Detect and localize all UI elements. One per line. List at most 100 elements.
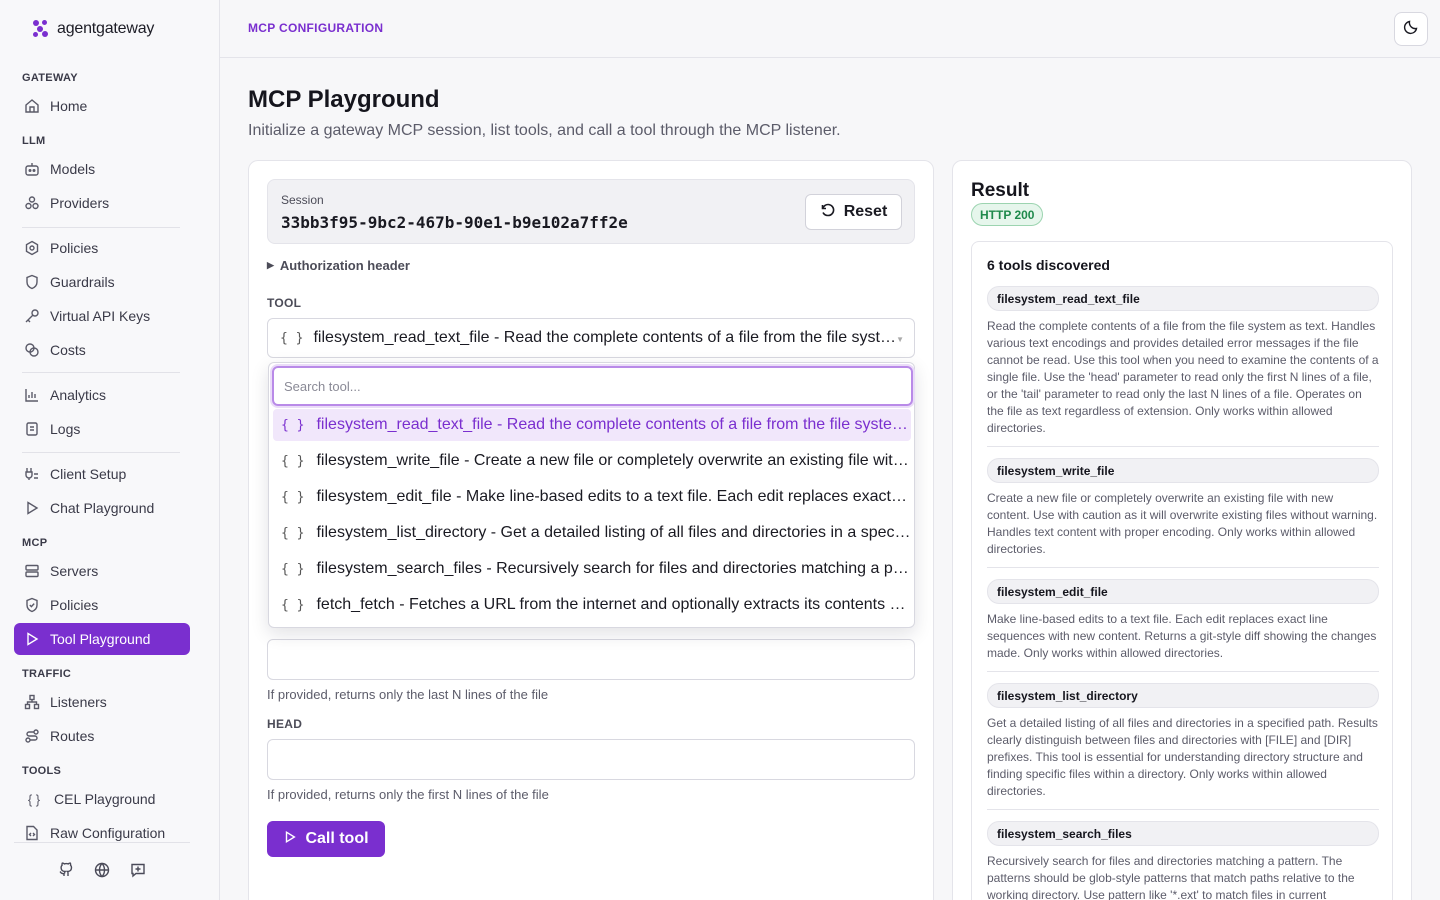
status-badge: HTTP 200	[971, 203, 1044, 226]
braces-icon: { }	[281, 525, 305, 541]
tool-option-label: filesystem_search_files - Recursively se…	[316, 560, 911, 577]
server-icon	[24, 563, 40, 579]
sidebar-item-analytics[interactable]: Analytics	[14, 379, 190, 411]
section-llm: LLM	[22, 135, 46, 147]
reset-button[interactable]: Reset	[805, 194, 902, 230]
page-subtitle: Initialize a gateway MCP session, list t…	[248, 122, 841, 139]
play-icon	[24, 631, 40, 647]
tail-help: If provided, returns only the last N lin…	[267, 687, 549, 702]
shield-icon	[24, 274, 40, 290]
sidebar-item-logs[interactable]: Logs	[14, 413, 190, 445]
home-icon	[24, 98, 40, 114]
sidebar-item-label: Servers	[50, 563, 99, 579]
sidebar-item-label: Costs	[50, 342, 86, 358]
section-traffic: TRAFFIC	[22, 668, 72, 680]
sidebar-item-providers[interactable]: Providers	[14, 187, 190, 219]
coins-icon	[24, 342, 40, 358]
tail-input[interactable]	[267, 639, 915, 680]
sidebar-item-label: Models	[50, 161, 96, 177]
tool-name-pill: filesystem_write_file	[987, 458, 1379, 483]
tool-dropdown: Search tool... { } filesystem_read_text_…	[268, 362, 915, 628]
tool-result-item: filesystem_edit_file Make line-based edi…	[987, 579, 1379, 662]
authorization-header-label: Authorization header	[279, 258, 410, 273]
tool-result-item: filesystem_write_file Create a new file …	[987, 458, 1379, 558]
sidebar-item-label: Listeners	[50, 694, 107, 710]
sidebar-item-label: Logs	[50, 421, 81, 437]
breadcrumb[interactable]: MCP CONFIGURATION	[248, 21, 383, 35]
divider	[987, 567, 1379, 568]
bot-icon	[24, 161, 40, 177]
policy-icon	[24, 240, 40, 256]
sidebar-item-virtual-api-keys[interactable]: Virtual API Keys	[14, 300, 190, 332]
theme-toggle-button[interactable]	[1394, 12, 1428, 46]
caret-right-icon: ▶	[267, 260, 274, 270]
sidebar-item-label: Home	[50, 98, 88, 114]
app-logo[interactable]: agentgateway	[33, 20, 154, 38]
sidebar-item-models[interactable]: Models	[14, 153, 190, 185]
sidebar-item-home[interactable]: Home	[14, 90, 190, 122]
braces-icon: { }	[281, 453, 305, 469]
tool-name-pill: filesystem_list_directory	[987, 683, 1379, 708]
tool-search-input[interactable]: Search tool...	[272, 366, 913, 406]
session-panel: Session 33bb3f95-9bc2-467b-90e1-b9e102a7…	[267, 179, 915, 244]
session-label: Session	[281, 193, 324, 207]
head-label: HEAD	[267, 717, 303, 731]
call-tool-label: Call tool	[305, 830, 369, 847]
sidebar-item-label: CEL Playground	[54, 791, 156, 807]
sidebar-item-costs[interactable]: Costs	[14, 334, 190, 366]
sidebar-item-tool-playground[interactable]: Tool Playground	[14, 623, 190, 655]
sidebar-item-guardrails[interactable]: Guardrails	[14, 266, 190, 298]
tools-count: 6 tools discovered	[987, 257, 1110, 273]
tool-select[interactable]: { } filesystem_read_text_file - Read the…	[267, 318, 915, 358]
divider	[987, 671, 1379, 672]
tool-result-item: filesystem_search_files Recursively sear…	[987, 821, 1379, 900]
providers-icon	[24, 195, 40, 211]
sidebar-item-client-setup[interactable]: Client Setup	[14, 458, 190, 490]
chevron-down-icon: ▼	[896, 335, 904, 344]
tool-name-pill: filesystem_read_text_file	[987, 286, 1379, 311]
tool-label: TOOL	[267, 296, 302, 310]
tool-option-label: fetch_fetch - Fetches a URL from the int…	[316, 596, 911, 613]
authorization-header-toggle[interactable]: ▶ Authorization header	[267, 258, 410, 273]
plug-icon	[24, 466, 40, 482]
sidebar: agentgateway GATEWAY Home LLM Models Pro…	[0, 0, 220, 900]
github-icon[interactable]	[57, 861, 75, 879]
bar-chart-icon	[24, 387, 40, 403]
sidebar-item-listeners[interactable]: Listeners	[14, 686, 190, 718]
sidebar-item-cel-playground[interactable]: { } CEL Playground	[14, 783, 190, 815]
nav-divider	[22, 372, 180, 373]
tool-description: Get a detailed listing of all files and …	[987, 716, 1378, 798]
tool-description: Make line-based edits to a text file. Ea…	[987, 612, 1377, 660]
tool-name-pill: filesystem_edit_file	[987, 579, 1379, 604]
call-tool-button[interactable]: Call tool	[267, 821, 385, 857]
divider	[987, 809, 1379, 810]
tool-option[interactable]: { } filesystem_read_text_file - Read the…	[273, 409, 911, 441]
braces-icon: { }	[280, 330, 304, 346]
tool-select-value: filesystem_read_text_file - Read the com…	[313, 329, 904, 346]
sidebar-item-chat-playground[interactable]: Chat Playground	[14, 492, 190, 524]
braces-icon: { }	[281, 597, 305, 613]
sidebar-item-mcp-policies[interactable]: Policies	[14, 589, 190, 621]
sidebar-item-policies[interactable]: Policies	[14, 232, 190, 264]
tool-option[interactable]: { } fetch_fetch - Fetches a URL from the…	[273, 589, 911, 621]
feedback-icon[interactable]	[129, 861, 147, 879]
head-help: If provided, returns only the first N li…	[267, 787, 549, 802]
top-bar: MCP CONFIGURATION	[220, 0, 1440, 58]
sidebar-item-servers[interactable]: Servers	[14, 555, 190, 587]
result-card: Result HTTP 200 6 tools discovered files…	[952, 160, 1412, 900]
scroll-icon	[24, 421, 40, 437]
sidebar-item-label: Chat Playground	[50, 500, 155, 516]
tool-option-label: filesystem_read_text_file - Read the com…	[316, 416, 911, 433]
result-title: Result	[971, 180, 1030, 201]
head-input[interactable]	[267, 739, 915, 780]
tool-option-label: filesystem_list_directory - Get a detail…	[316, 524, 911, 541]
play-icon	[283, 830, 297, 849]
globe-icon[interactable]	[93, 861, 111, 879]
sidebar-item-label: Policies	[50, 240, 99, 256]
sidebar-item-routes[interactable]: Routes	[14, 720, 190, 752]
tool-option[interactable]: { } filesystem_search_files - Recursivel…	[273, 553, 911, 585]
tool-option[interactable]: { } filesystem_edit_file - Make line-bas…	[273, 481, 911, 513]
tool-option[interactable]: { } filesystem_list_directory - Get a de…	[273, 517, 911, 549]
tool-option-label: filesystem_write_file - Create a new fil…	[316, 452, 911, 469]
tool-option[interactable]: { } filesystem_write_file - Create a new…	[273, 445, 911, 477]
